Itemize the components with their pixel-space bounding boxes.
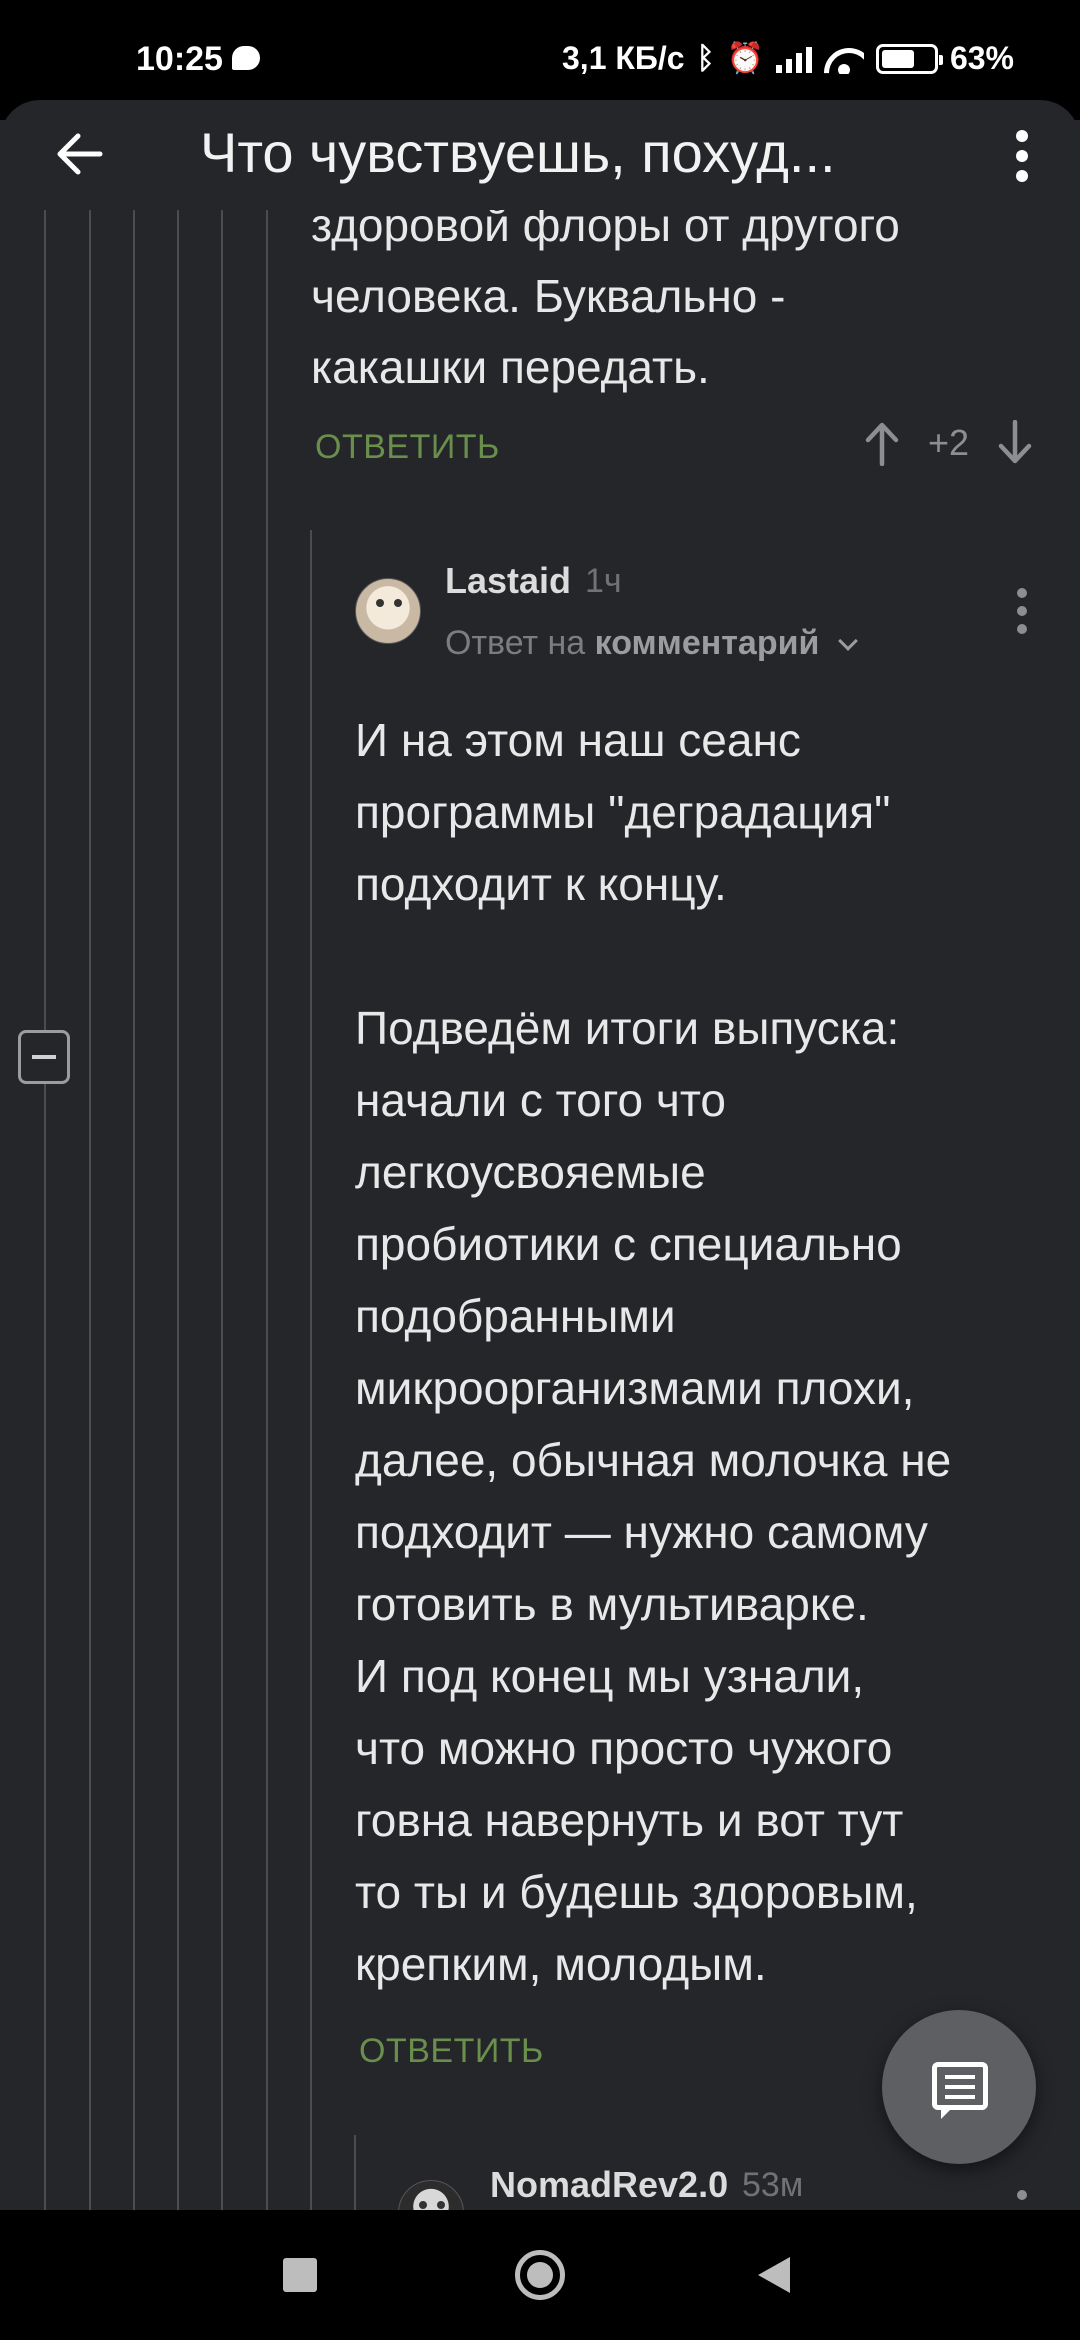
thread-line xyxy=(266,205,268,2210)
comment-time: 53м xyxy=(742,2166,804,2204)
reply-button[interactable]: ОТВЕТИТЬ xyxy=(359,2032,544,2071)
app-bar: Что чувствуешь, похуд... xyxy=(0,100,1080,210)
back-button[interactable] xyxy=(50,124,110,184)
chevron-down-icon xyxy=(837,631,858,651)
battery-percent: 63% xyxy=(949,40,1014,76)
comment-time: 1ч xyxy=(585,562,622,600)
reply-to-line[interactable]: Ответ на комментарий xyxy=(445,624,858,663)
thread-line xyxy=(354,2135,356,2210)
collapse-thread-button[interactable] xyxy=(18,1030,70,1084)
more-vert-icon xyxy=(1012,2190,1032,2200)
reply-to-prefix: Ответ на xyxy=(445,624,586,662)
system-back-button[interactable] xyxy=(758,2257,790,2293)
comment-author[interactable]: NomadRev2.0 xyxy=(490,2164,728,2206)
comment-body: И на этом наш сеанс программы "деградаци… xyxy=(355,714,952,1990)
more-options-button[interactable] xyxy=(1012,130,1032,182)
thread-line xyxy=(89,205,91,2210)
network-speed: 3,1 КБ/с xyxy=(562,40,685,76)
bluetooth-icon: ᛒ xyxy=(696,41,715,75)
comment-body: здоровой флоры от другого человека. Букв… xyxy=(311,199,900,393)
score: +2 xyxy=(928,422,970,463)
signal-icon xyxy=(775,45,812,73)
comment-menu-button[interactable] xyxy=(1012,588,1032,640)
thread-line xyxy=(177,205,179,2210)
thread-line xyxy=(133,205,135,2210)
message-notification-icon xyxy=(232,46,260,70)
page-title: Что чувствуешь, похуд... xyxy=(200,121,836,184)
wifi-icon xyxy=(824,44,864,74)
status-time: 10:25 xyxy=(136,40,223,78)
status-right: 3,1 КБ/с ᛒ ⏰ 63% xyxy=(562,40,1014,77)
thread-line xyxy=(310,530,312,2210)
recent-apps-button[interactable] xyxy=(283,2258,317,2292)
reply-button[interactable]: ОТВЕТИТЬ xyxy=(315,428,500,467)
reply-to-target: комментарий xyxy=(594,624,820,662)
thread-line xyxy=(221,205,223,2210)
comment-icon xyxy=(932,2062,988,2119)
more-vert-icon xyxy=(1012,588,1032,634)
more-vert-icon xyxy=(1012,130,1032,182)
vote-controls: +2 xyxy=(862,420,1035,466)
system-nav-bar xyxy=(0,2210,1080,2340)
upvote-icon[interactable] xyxy=(862,420,902,466)
arrow-left-icon xyxy=(57,133,103,175)
thread-line xyxy=(44,205,46,2210)
battery-icon xyxy=(875,43,943,74)
minus-icon xyxy=(32,1055,56,1059)
home-button[interactable] xyxy=(515,2250,565,2300)
comment-author[interactable]: Lastaid xyxy=(445,560,571,602)
add-comment-button[interactable] xyxy=(882,2010,1036,2164)
avatar[interactable] xyxy=(355,578,421,644)
alarm-icon: ⏰ xyxy=(726,42,764,75)
downvote-icon[interactable] xyxy=(995,420,1035,466)
